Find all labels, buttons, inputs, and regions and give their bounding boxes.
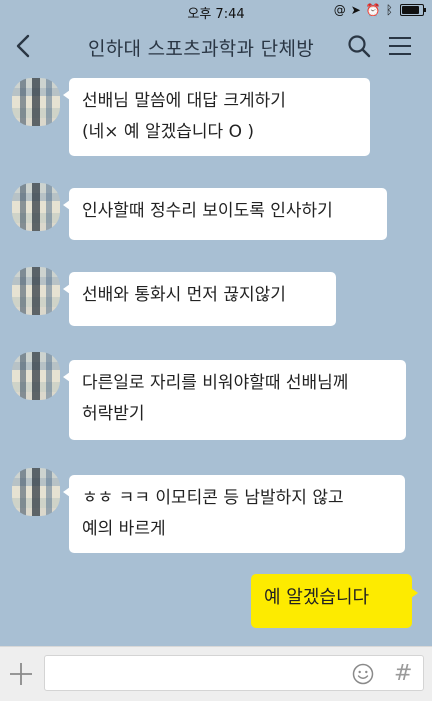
emoji-icon [352, 663, 374, 685]
sent-message-text: 예 알겠습니다 [264, 587, 370, 608]
attach-button[interactable] [8, 661, 34, 687]
message-text-line: (네× 예 알겠습니다 O ) [82, 122, 254, 142]
back-button[interactable] [10, 30, 40, 62]
status-bar: 오후 7:44 @ ➤ ⏰ ᛒ [0, 0, 432, 22]
message-text-line: 예의 바르게 [82, 519, 166, 539]
search-icon [348, 35, 371, 58]
battery-icon [400, 4, 426, 16]
avatar[interactable] [12, 468, 60, 516]
avatar[interactable] [12, 78, 60, 126]
message-text-line: 인사할때 정수리 보이도록 인사하기 [82, 201, 333, 221]
message-text-line: 선배와 통화시 먼저 끊지않기 [82, 285, 286, 305]
message-text-line: 다른일로 자리를 비워야할때 선배님께 [82, 373, 349, 393]
location-arrow-icon: ➤ [350, 3, 363, 17]
at-sign-icon: @ [333, 3, 348, 17]
message-bubble[interactable]: 다른일로 자리를 비워야할때 선배님께 허락받기 [63, 360, 406, 440]
chat-header: 인하대 스포츠과학과 단체방 [0, 22, 432, 70]
message-input-bar: # [0, 646, 432, 701]
bluetooth-icon: ᛒ [385, 3, 395, 17]
menu-button[interactable] [387, 33, 413, 59]
hashtag-icon: # [394, 661, 413, 686]
sent-message-bubble[interactable]: 예 알겠습니다 [251, 574, 418, 628]
message-bubble[interactable]: 선배와 통화시 먼저 끊지않기 [63, 272, 336, 326]
avatar[interactable] [12, 267, 60, 315]
plus-icon [10, 663, 32, 685]
message-bubble[interactable]: 인사할때 정수리 보이도록 인사하기 [63, 188, 387, 240]
back-arrow-icon [16, 34, 30, 58]
hashtag-button[interactable]: # [394, 661, 412, 686]
message-text-line: 선배님 말씀에 대답 크게하기 [82, 91, 286, 111]
message-text-line: ㅎㅎ ㅋㅋ 이모티콘 등 남발하지 않고 [82, 488, 344, 508]
message-text-line: 허락받기 [82, 404, 145, 424]
emoji-button[interactable] [352, 663, 374, 685]
avatar[interactable] [12, 183, 60, 231]
chat-room-title: 인하대 스포츠과학과 단체방 [87, 38, 315, 60]
avatar[interactable] [12, 352, 60, 400]
search-button[interactable] [346, 33, 372, 59]
alarm-icon: ⏰ [365, 3, 383, 17]
message-bubble[interactable]: ㅎㅎ ㅋㅋ 이모티콘 등 남발하지 않고 예의 바르게 [63, 475, 405, 553]
message-bubble[interactable]: 선배님 말씀에 대답 크게하기 (네× 예 알겠습니다 O ) [63, 78, 370, 156]
status-icons: @ ➤ ⏰ ᛒ [333, 3, 426, 17]
menu-icon [389, 37, 411, 55]
